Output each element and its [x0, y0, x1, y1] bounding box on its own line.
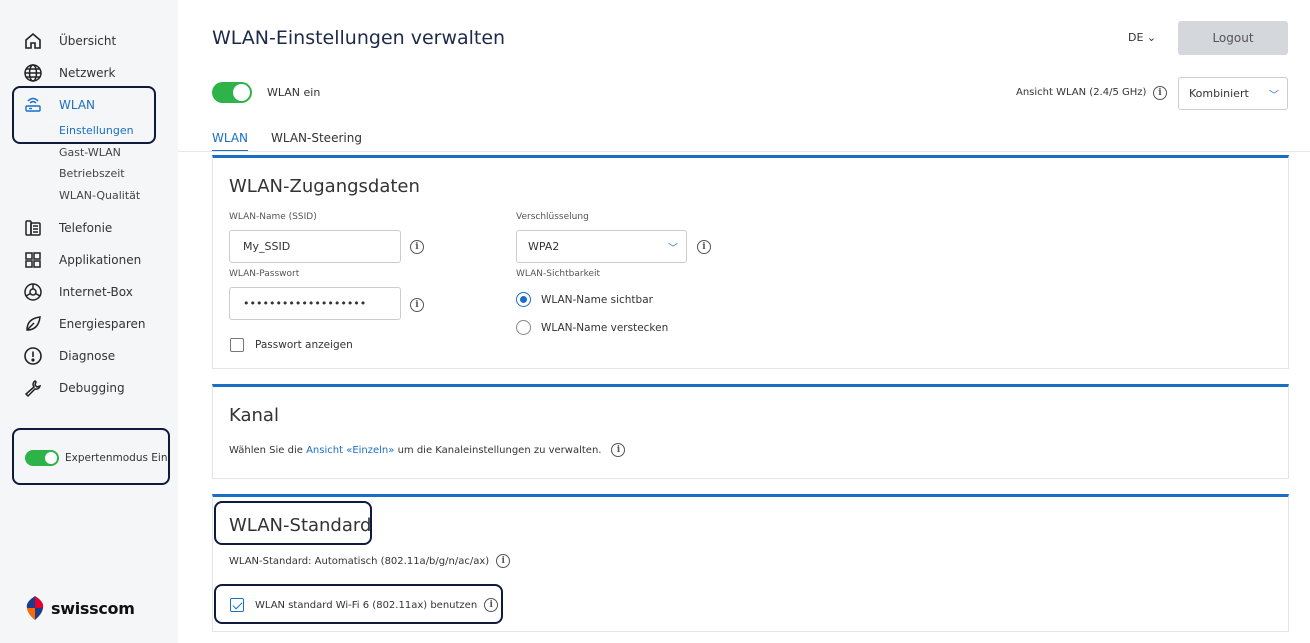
info-icon[interactable]: i — [611, 443, 626, 457]
info-icon[interactable]: i — [410, 298, 424, 312]
toggle-knob — [233, 84, 250, 101]
standard-card: WLAN-Standard WLAN-Standard: Automatisch… — [212, 494, 1289, 632]
visible-option[interactable]: WLAN-Name sichtbar — [516, 292, 653, 307]
info-icon[interactable]: i — [1153, 86, 1167, 100]
logout-button[interactable]: Logout — [1178, 21, 1288, 55]
view-select-value: Kombiniert — [1189, 87, 1249, 100]
tab-wlan-steering[interactable]: WLAN-Steering — [271, 131, 362, 152]
channel-link[interactable]: Ansicht «Einzeln» — [306, 445, 394, 456]
nav-item-uebersicht[interactable]: Übersicht — [22, 30, 116, 52]
access-title: WLAN-Zugangsdaten — [229, 176, 420, 197]
expert-mode-toggle[interactable] — [25, 450, 59, 466]
page-title: WLAN-Einstellungen verwalten — [212, 27, 506, 49]
wifi6-checkbox[interactable] — [230, 598, 244, 612]
wifi6-row: WLAN standard Wi-Fi 6 (802.11ax) benutze… — [230, 598, 499, 612]
nav-label: Übersicht — [59, 34, 117, 48]
visible-label: WLAN-Name sichtbar — [541, 293, 653, 306]
info-icon[interactable]: i — [410, 240, 424, 254]
tabs: WLAN WLAN-Steering — [212, 131, 385, 152]
wlan-toggle-label: WLAN ein — [267, 86, 321, 99]
nav-label: Debugging — [59, 381, 125, 395]
view-select[interactable]: Kombiniert ﹀ — [1178, 77, 1288, 110]
password-value: ••••••••••••••••••• — [243, 297, 367, 310]
nav-label: Energiesparen — [59, 317, 146, 331]
sub-item-betriebszeit[interactable]: Betriebszeit — [59, 167, 125, 180]
channel-text-after: um die Kanaleinstellungen zu verwalten. — [397, 444, 602, 456]
channel-title: Kanal — [229, 405, 279, 426]
swisscom-logo-icon — [26, 596, 44, 620]
wlan-toggle-row: WLAN ein — [212, 82, 320, 103]
info-icon[interactable]: i — [697, 240, 711, 254]
tab-wlan[interactable]: WLAN — [212, 131, 249, 152]
language-value: DE — [1128, 31, 1144, 44]
router-icon — [22, 94, 44, 116]
nav-label: WLAN — [59, 98, 96, 112]
visible-radio[interactable] — [516, 292, 531, 307]
nav-item-diagnose[interactable]: Diagnose — [22, 345, 115, 367]
nav-item-internet-box[interactable]: Internet-Box — [22, 281, 133, 303]
sub-item-einstellungen[interactable]: Einstellungen — [59, 124, 134, 137]
access-card: WLAN-Zugangsdaten WLAN-Name (SSID) My_SS… — [212, 155, 1289, 369]
nav-item-debugging[interactable]: Debugging — [22, 377, 125, 399]
channel-text-before: Wählen Sie die — [229, 444, 303, 456]
view-label: Ansicht WLAN (2.4/5 GHz) — [1016, 87, 1147, 98]
encryption-select[interactable]: WPA2 ﹀ — [516, 230, 687, 263]
swisscom-logo: swisscom — [24, 595, 135, 621]
chevron-down-icon: ﹀ — [1269, 90, 1279, 101]
nav-item-telefonie[interactable]: Telefonie — [22, 217, 112, 239]
language-selector[interactable]: DE ⌄ — [1128, 31, 1156, 44]
info-icon[interactable]: i — [484, 598, 499, 612]
nav-label: Internet-Box — [59, 285, 133, 299]
box-icon — [22, 281, 44, 303]
nav-label: Netzwerk — [59, 66, 116, 80]
ssid-input[interactable]: My_SSID — [229, 230, 401, 263]
standard-info: WLAN-Standard: Automatisch (802.11a/b/g/… — [229, 554, 511, 568]
leaf-icon — [22, 313, 44, 335]
sub-item-gast-wlan[interactable]: Gast-WLAN — [59, 146, 121, 159]
nav-item-energiesparen[interactable]: Energiesparen — [22, 313, 146, 335]
hidden-label: WLAN-Name verstecken — [541, 321, 669, 334]
tabs-divider — [178, 151, 1310, 152]
show-password-checkbox[interactable] — [230, 338, 244, 352]
wifi6-label: WLAN standard Wi-Fi 6 (802.11ax) benutze… — [255, 599, 478, 611]
show-password-label: Passwort anzeigen — [255, 339, 353, 351]
ssid-label: WLAN-Name (SSID) — [229, 212, 317, 222]
home-icon — [22, 30, 44, 52]
apps-icon — [22, 249, 44, 271]
wlan-toggle[interactable] — [212, 82, 252, 103]
nav-item-wlan[interactable]: WLAN — [22, 94, 95, 116]
password-input[interactable]: ••••••••••••••••••• — [229, 287, 401, 320]
sidebar: Übersicht Netzwerk WLAN Einstellungen Ga… — [0, 0, 178, 643]
logo-text: swisscom — [51, 598, 135, 618]
alert-icon — [22, 345, 44, 367]
ssid-value: My_SSID — [243, 240, 291, 253]
nav-item-applikationen[interactable]: Applikationen — [22, 249, 141, 271]
nav-label: Telefonie — [59, 221, 113, 235]
encryption-label: Verschlüsselung — [516, 212, 589, 222]
encryption-value: WPA2 — [528, 240, 560, 253]
wrench-icon — [22, 377, 44, 399]
channel-card: Kanal Wählen Sie die Ansicht «Einzeln» u… — [212, 384, 1289, 479]
sub-item-wlan-qualitaet[interactable]: WLAN-Qualität — [59, 189, 140, 202]
expert-mode: Expertenmodus Ein — [25, 450, 168, 466]
info-icon[interactable]: i — [496, 554, 511, 568]
hidden-option[interactable]: WLAN-Name verstecken — [516, 320, 668, 335]
hidden-radio[interactable] — [516, 320, 531, 335]
channel-text: Wählen Sie die Ansicht «Einzeln» um die … — [229, 443, 626, 457]
show-password-row: Passwort anzeigen — [230, 338, 353, 352]
nav-label: Diagnose — [59, 349, 116, 363]
password-label: WLAN-Passwort — [229, 269, 300, 279]
nav-label: Applikationen — [59, 253, 142, 267]
standard-title: WLAN-Standard — [229, 515, 372, 536]
phone-icon — [22, 217, 44, 239]
visibility-label: WLAN-Sichtbarkeit — [516, 269, 601, 279]
globe-icon — [22, 62, 44, 84]
nav-item-netzwerk[interactable]: Netzwerk — [22, 62, 115, 84]
expert-mode-label: Expertenmodus Ein — [65, 452, 168, 464]
toggle-knob — [45, 452, 57, 464]
chevron-down-icon: ﹀ — [668, 243, 678, 254]
standard-info-text: WLAN-Standard: Automatisch (802.11a/b/g/… — [229, 555, 490, 567]
chevron-down-icon: ⌄ — [1146, 31, 1157, 44]
